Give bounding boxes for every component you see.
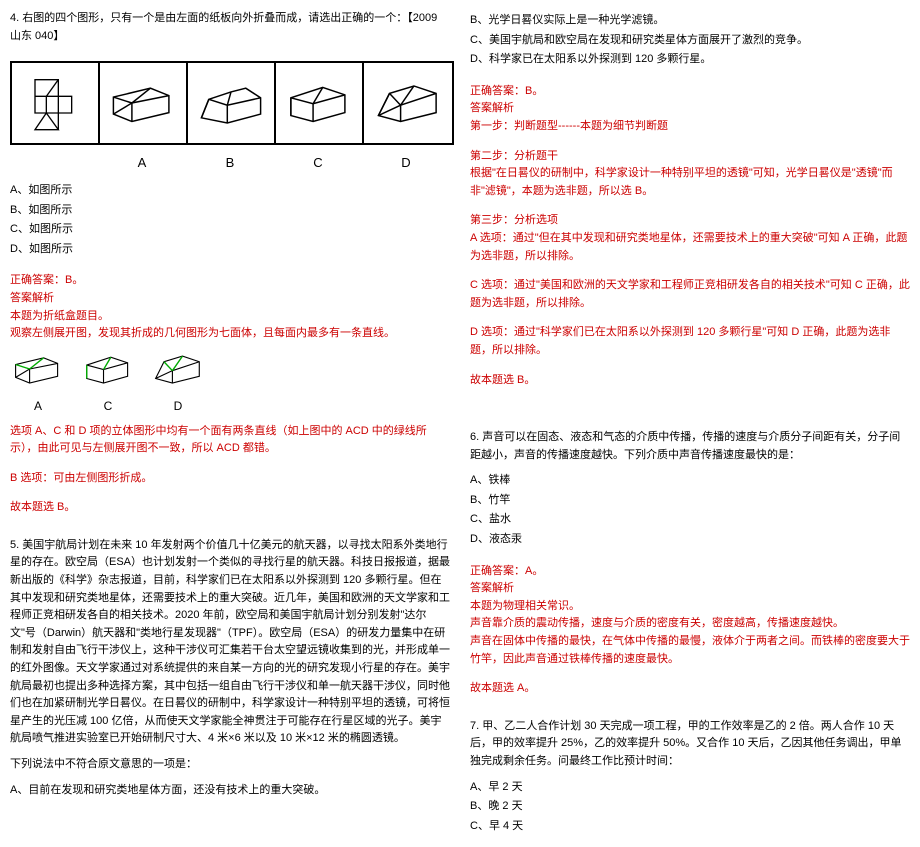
- right-column: B、光学日晷仪实际上是一种光学滤镜。 C、美国宇航局和欧空局在发现和研究类星体方…: [470, 10, 910, 837]
- option-D-shape: [364, 63, 452, 143]
- q5-p2: 下列说法中不符合原文意思的一项是：: [10, 756, 450, 774]
- q7-stem: 7. 甲、乙二人合作计划 30 天完成一项工程，甲的工作效率是乙的 2 倍。两人…: [470, 718, 910, 771]
- q6-optA: A、铁棒: [470, 472, 910, 490]
- q6-stem: 6. 声音可以在固态、液态和气态的介质中传播，传播的速度与介质分子间距有关，分子…: [470, 429, 910, 464]
- q5-optCParse: C 选项：通过"美国和欧洲的天文学家和工程师正竞相研发各自的相关技术"可知 C …: [470, 277, 910, 312]
- q6-optB: B、竹竿: [470, 492, 910, 510]
- q5-optDParse: D 选项：通过"科学家们已在太阳系以外探测到 120 多颗行星"可知 D 正确，…: [470, 324, 910, 359]
- diagram-labels: A B C D: [10, 153, 450, 174]
- label-B: B: [186, 153, 274, 174]
- q7-optC: C、早 4 天: [470, 818, 910, 836]
- q6-optD: D、液态汞: [470, 531, 910, 549]
- q6-concl: 故本题选 A。: [470, 680, 910, 698]
- q4-parse4: B 选项：可由左侧图形折成。: [10, 470, 450, 488]
- q4-parse2: 观察左侧展开图，发现其折成的几何图形为七面体，且每面内最多有一条直线。: [10, 325, 450, 343]
- q5-optB: B、光学日晷仪实际上是一种光学滤镜。: [470, 12, 910, 30]
- q4-stem: 4. 右图的四个图形，只有一个是由左面的纸板向外折叠而成，请选出正确的一个：【2…: [10, 10, 450, 45]
- q4-optD: D、如图所示: [10, 241, 450, 259]
- q5-step3: 第三步：分析选项: [470, 212, 910, 230]
- q6-optC: C、盐水: [470, 511, 910, 529]
- q5-optA: A、目前在发现和研究类地星体方面，还没有技术上的重大突破。: [10, 782, 450, 800]
- option-C-shape: [276, 63, 364, 143]
- small-label-A: A: [10, 397, 66, 416]
- q4-parse-header: 答案解析: [10, 290, 450, 308]
- q4-answer: 正确答案：B。: [10, 272, 450, 290]
- q7-optB: B、晚 2 天: [470, 798, 910, 816]
- option-B-shape: [188, 63, 276, 143]
- small-diag-C: C: [80, 349, 136, 417]
- q5-optC: C、美国宇航局和欧空局在发现和研究类星体方面展开了激烈的竞争。: [470, 32, 910, 50]
- small-label-D: D: [150, 397, 206, 416]
- q4-parse1: 本题为折纸盒题目。: [10, 308, 450, 326]
- q4-optC: C、如图所示: [10, 221, 450, 239]
- q4-optA: A、如图所示: [10, 182, 450, 200]
- q6-answer: 正确答案：A。: [470, 563, 910, 581]
- label-D: D: [362, 153, 450, 174]
- q4-parse5: 故本题选 B。: [10, 499, 450, 517]
- net-unfolded: [12, 63, 100, 143]
- folding-diagram: [10, 61, 454, 145]
- label-A: A: [98, 153, 186, 174]
- label-C: C: [274, 153, 362, 174]
- q6-parse-header: 答案解析: [470, 580, 910, 598]
- small-diag-A: A: [10, 349, 66, 417]
- q4-parse3: 选项 A、C 和 D 项的立体图形中均有一个面有两条直线（如上图中的 ACD 中…: [10, 423, 450, 458]
- q5-p1: 5. 美国宇航局计划在未来 10 年发射两个价值几十亿美元的航天器，以寻找太阳系…: [10, 537, 450, 748]
- small-label-C: C: [80, 397, 136, 416]
- q6-parse1: 本题为物理相关常识。: [470, 598, 910, 616]
- q5-optD: D、科学家已在太阳系以外探测到 120 多颗行星。: [470, 51, 910, 69]
- small-diag-D: D: [150, 349, 206, 417]
- left-column: 4. 右图的四个图形，只有一个是由左面的纸板向外折叠而成，请选出正确的一个：【2…: [10, 10, 450, 837]
- small-diagrams-row: A C: [10, 349, 450, 417]
- q5-answer: 正确答案：B。: [470, 83, 910, 101]
- q7-optA: A、早 2 天: [470, 779, 910, 797]
- q6-parse2: 声音靠介质的震动传播，速度与介质的密度有关，密度越高，传播速度越快。: [470, 615, 910, 633]
- q5-step1: 第一步：判断题型------本题为细节判断题: [470, 118, 910, 136]
- q5-concl: 故本题选 B。: [470, 372, 910, 390]
- q5-parse-header: 答案解析: [470, 100, 910, 118]
- q5-step2: 第二步：分析题干: [470, 148, 910, 166]
- option-A-shape: [100, 63, 188, 143]
- q5-step2b: 根据"在日晷仪的研制中，科学家设计一种特别平坦的透镜"可知，光学日晷仪是"透镜"…: [470, 165, 910, 200]
- q5-optAParse: A 选项：通过"但在其中发现和研究类地星体，还需要技术上的重大突破"可知 A 正…: [470, 230, 910, 265]
- q4-optB: B、如图所示: [10, 202, 450, 220]
